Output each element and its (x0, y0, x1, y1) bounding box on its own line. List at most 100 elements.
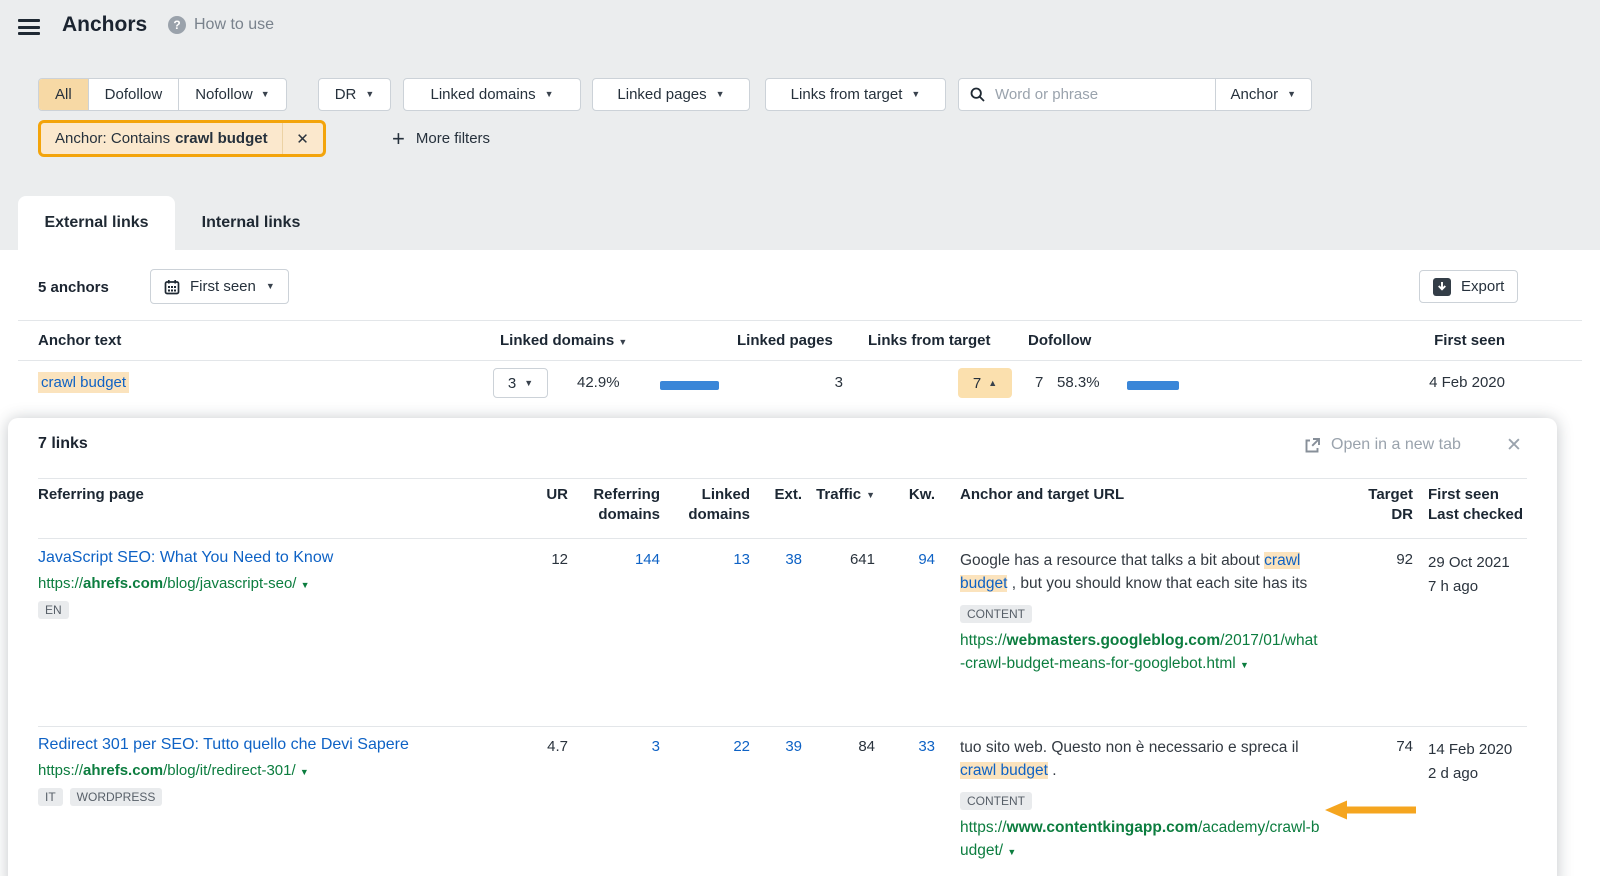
search-icon (970, 87, 985, 102)
links-detail-panel: 7 links Open in a new tab ✕ Referring pa… (8, 418, 1557, 876)
annotation-arrow-icon (1325, 800, 1416, 820)
chevron-down-icon[interactable]: ▼ (301, 580, 310, 590)
how-to-use-link[interactable]: ? How to use (168, 16, 274, 34)
search-input[interactable] (993, 85, 1215, 104)
sort-desc-icon: ▼ (866, 489, 875, 500)
referring-page-url[interactable]: https://ahrefs.com/blog/it/redirect-301/… (38, 762, 518, 779)
anchors-count: 5 anchors (38, 279, 109, 296)
col-header-linked-domains[interactable]: Linked domains ▼ (500, 331, 627, 351)
col-header-ext[interactable]: Ext. (758, 485, 802, 505)
export-button[interactable]: Export (1419, 270, 1519, 303)
col-header-target-dr[interactable]: Target DR (1361, 485, 1413, 525)
links-from-target-toggle[interactable]: 7 ▲ (958, 368, 1012, 398)
links-panel-title: 7 links (38, 435, 88, 452)
chevron-down-icon[interactable]: ▼ (1240, 660, 1249, 670)
page-title: Anchors (62, 13, 148, 36)
chevron-down-icon[interactable]: ▼ (1007, 847, 1016, 857)
col-header-first-seen[interactable]: First seen (1405, 331, 1505, 351)
calendar-icon (164, 279, 180, 294)
plus-icon: + (392, 125, 405, 151)
col-header-referring-domains[interactable]: Referring domains (580, 485, 660, 525)
word-phrase-searchbox: Anchor ▼ (958, 78, 1312, 111)
chevron-down-icon: ▼ (1287, 89, 1296, 99)
anchor-keyword-link[interactable]: crawl budget (960, 762, 1048, 779)
chevron-down-icon[interactable]: ▼ (300, 767, 309, 777)
ur-value: 12 (551, 551, 568, 568)
chevron-down-icon: ▼ (365, 89, 375, 99)
col-header-traffic[interactable]: Traffic ▼ (798, 485, 875, 505)
more-filters-button[interactable]: + More filters (392, 120, 490, 157)
open-in-new-tab-button[interactable]: Open in a new tab (1304, 436, 1461, 454)
linked-domains-percent: 42.9% (577, 374, 620, 391)
links-from-target-filter-dropdown[interactable]: Links from target ▼ (765, 78, 946, 111)
traffic-value: 641 (849, 551, 875, 568)
col-header-linked-pages[interactable]: Linked pages (737, 331, 833, 351)
filter-all-button[interactable]: All (39, 79, 89, 110)
page-badges: IT WORDPRESS (38, 788, 163, 806)
chevron-down-icon: ▼ (715, 89, 725, 99)
first-seen-last-checked: 14 Feb 2020 2 d ago (1428, 741, 1513, 782)
first-seen-sort-dropdown[interactable]: First seen ▼ (150, 269, 289, 304)
anchor-and-target-url: Google has a resource that talks a bit a… (960, 549, 1320, 675)
tab-external-links[interactable]: External links (18, 196, 175, 250)
linked-pages-count: 3 (834, 374, 843, 391)
traffic-value: 84 (858, 738, 875, 755)
first-seen-date: 4 Feb 2020 (1429, 374, 1505, 391)
remove-filter-button[interactable]: ✕ (281, 123, 323, 154)
ext-value[interactable]: 38 (758, 551, 802, 568)
target-url[interactable]: https://www.contentkingapp.com/academy/c… (960, 816, 1320, 862)
export-icon (1433, 277, 1451, 296)
cms-badge: WORDPRESS (69, 788, 163, 806)
col-header-referring-page[interactable]: Referring page (38, 485, 144, 505)
referring-page-title[interactable]: JavaScript SEO: What You Need to Know (38, 549, 518, 567)
external-link-icon (1305, 437, 1320, 452)
col-header-ur[interactable]: UR (518, 485, 568, 505)
linked-domains-value[interactable]: 22 (680, 738, 750, 755)
target-url[interactable]: https://webmasters.googleblog.com/2017/0… (960, 629, 1320, 675)
sort-asc-icon: ▲ (988, 377, 998, 388)
dofollow-percent: 58.3% (1057, 374, 1100, 391)
chevron-down-icon: ▼ (265, 281, 275, 291)
how-to-use-label: How to use (194, 16, 275, 33)
divider (38, 538, 1527, 539)
referring-page-title[interactable]: Redirect 301 per SEO: Tutto quello che D… (38, 736, 518, 754)
kw-value[interactable]: 94 (888, 551, 935, 568)
linked-domains-filter-dropdown[interactable]: Linked domains ▼ (403, 78, 581, 111)
follow-filter-group: All Dofollow Nofollow ▼ (38, 78, 287, 111)
anchor-text-link[interactable]: crawl budget (38, 372, 130, 393)
chevron-down-icon: ▼ (544, 89, 554, 99)
col-header-linked-domains[interactable]: Linked domains (680, 485, 750, 525)
filter-dofollow-button[interactable]: Dofollow (89, 79, 180, 110)
referring-domains-value[interactable]: 3 (580, 738, 660, 755)
filter-nofollow-dropdown[interactable]: Nofollow ▼ (179, 79, 285, 110)
col-header-links-from-target[interactable]: Links from target (868, 331, 991, 351)
language-badge: EN (38, 601, 69, 619)
ur-value: 4.7 (547, 738, 568, 755)
content-badge-wrap: CONTENT (960, 602, 1320, 625)
search-scope-dropdown[interactable]: Anchor ▼ (1214, 79, 1311, 110)
anchor-and-target-url: tuo sito web. Questo non è necessario e … (960, 736, 1320, 862)
col-header-dofollow[interactable]: Dofollow (1028, 331, 1091, 351)
active-filter-chip[interactable]: Anchor: Contains crawl budget ✕ (38, 120, 326, 157)
referring-page-url[interactable]: https://ahrefs.com/blog/javascript-seo/ … (38, 575, 518, 592)
sort-desc-icon: ▼ (618, 337, 628, 347)
close-panel-icon[interactable]: ✕ (1506, 436, 1522, 455)
ext-value[interactable]: 39 (758, 738, 802, 755)
target-dr-value: 74 (1396, 738, 1413, 755)
linked-domains-value[interactable]: 13 (680, 551, 750, 568)
menu-icon[interactable] (18, 19, 40, 35)
chevron-down-icon: ▼ (260, 89, 270, 99)
linked-pages-filter-dropdown[interactable]: Linked pages ▼ (592, 78, 750, 111)
content-badge: CONTENT (960, 792, 1032, 810)
col-header-kw[interactable]: Kw. (888, 485, 935, 505)
linked-domains-bar (660, 381, 719, 390)
tab-internal-links[interactable]: Internal links (186, 196, 316, 250)
dr-filter-dropdown[interactable]: DR ▼ (318, 78, 391, 111)
col-header-anchor-target-url[interactable]: Anchor and target URL (960, 485, 1124, 505)
col-header-first-seen-last-checked[interactable]: First seen Last checked (1428, 485, 1523, 525)
linked-domains-count-dropdown[interactable]: 3 ▼ (493, 368, 548, 398)
divider (18, 320, 1582, 321)
referring-domains-value[interactable]: 144 (580, 551, 660, 568)
kw-value[interactable]: 33 (888, 738, 935, 755)
content-badge: CONTENT (960, 605, 1032, 623)
